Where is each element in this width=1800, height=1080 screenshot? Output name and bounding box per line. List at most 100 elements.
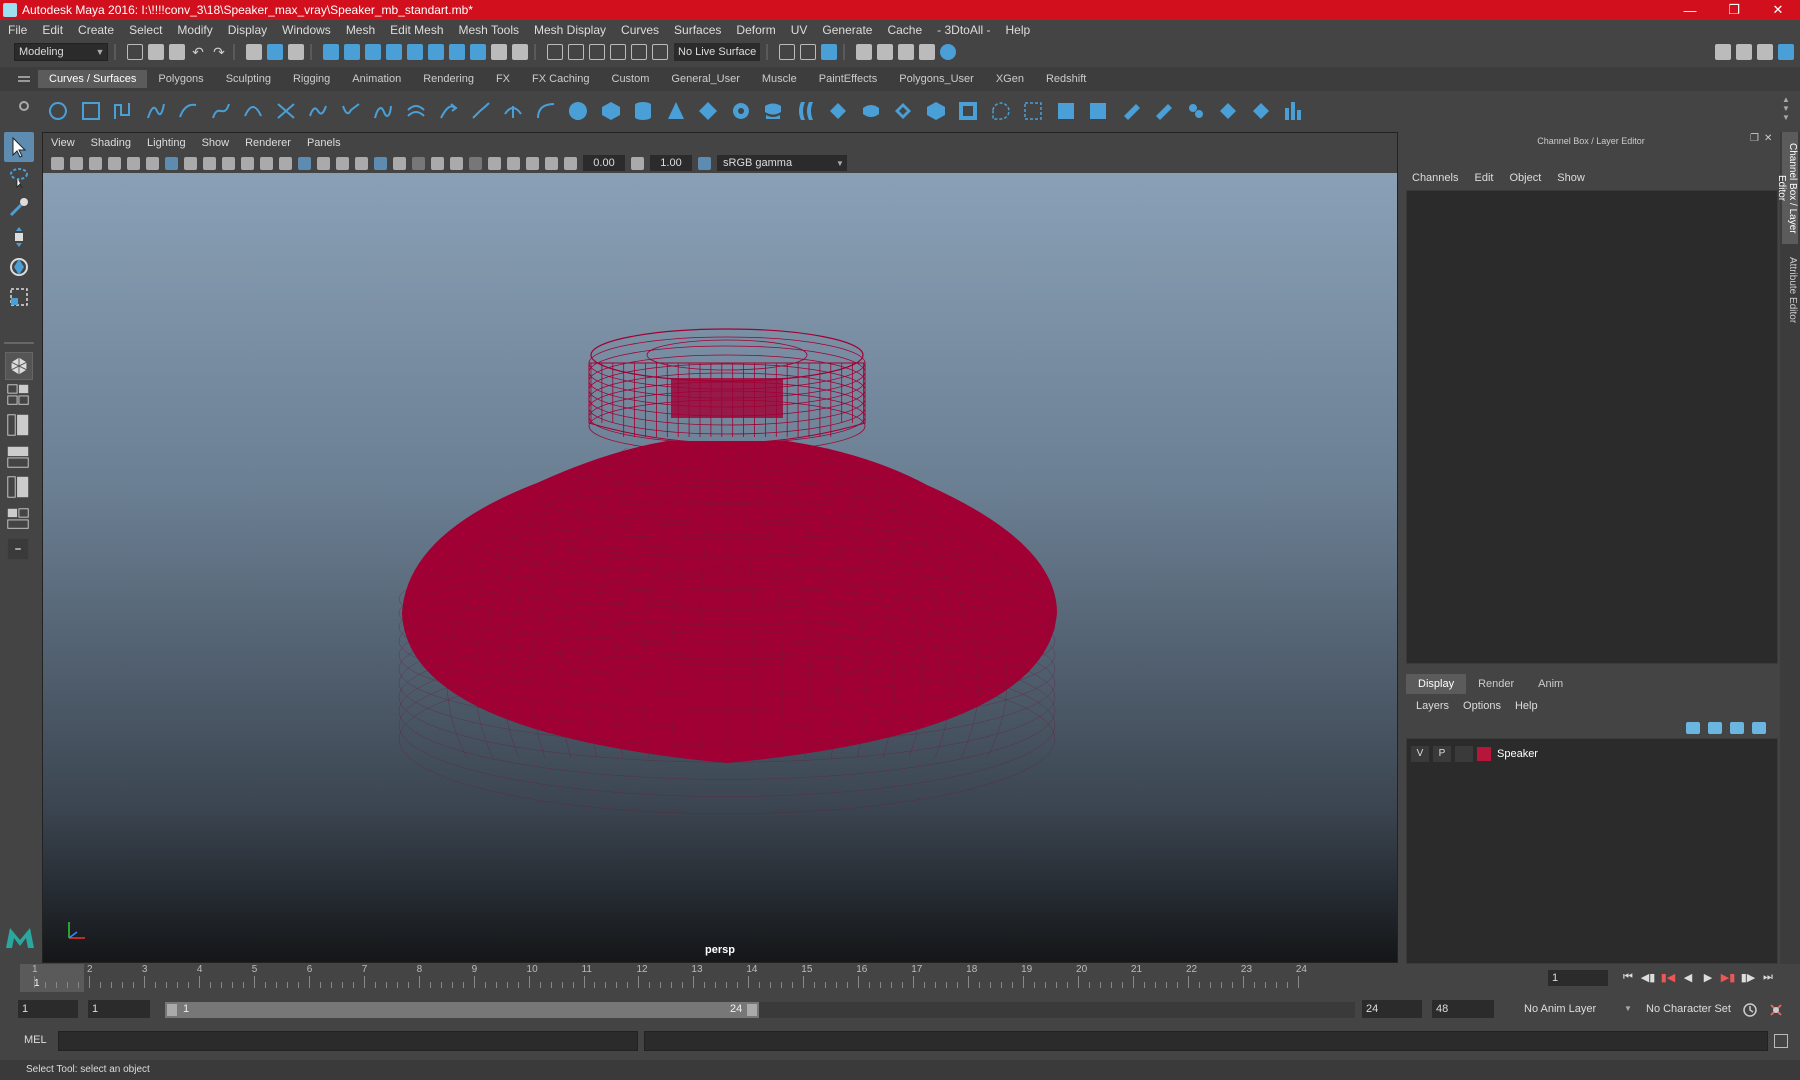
anim-layer-select[interactable]: No Anim Layer ▼ bbox=[1520, 1000, 1636, 1018]
shelf-tab-general-user[interactable]: General_User bbox=[660, 70, 750, 88]
layer-display-type-toggle[interactable] bbox=[1455, 746, 1473, 762]
layer-name[interactable]: Speaker bbox=[1497, 748, 1538, 760]
menu-file[interactable]: File bbox=[8, 23, 27, 37]
screen-space-ao-icon[interactable] bbox=[412, 156, 425, 170]
grid-toggle-icon[interactable] bbox=[165, 156, 178, 170]
select-misc-icon[interactable] bbox=[470, 44, 486, 60]
view-transform-select[interactable]: sRGB gamma ▼ bbox=[717, 155, 847, 171]
snap-live-icon[interactable] bbox=[631, 44, 647, 60]
bevel-plus-shelf-button[interactable] bbox=[989, 99, 1013, 123]
menu-3dtoall[interactable]: - 3DtoAll - bbox=[937, 23, 990, 37]
nurbs-plane-shelf-button[interactable] bbox=[696, 99, 720, 123]
menu-cache[interactable]: Cache bbox=[887, 23, 922, 37]
range-end-handle[interactable] bbox=[747, 1004, 757, 1016]
render-frame-icon[interactable] bbox=[800, 44, 816, 60]
camera-attributes-icon[interactable] bbox=[70, 156, 83, 170]
nurbs-cone-shelf-button[interactable] bbox=[664, 99, 688, 123]
hypershade-icon[interactable] bbox=[877, 44, 893, 60]
xray-icon[interactable] bbox=[507, 156, 520, 170]
graph-layout-button[interactable] bbox=[5, 444, 33, 472]
select-deformations-icon[interactable] bbox=[407, 44, 423, 60]
ipr-render-icon[interactable] bbox=[821, 44, 837, 60]
exposure-field[interactable]: 0.00 bbox=[583, 155, 625, 171]
insert-knot-shelf-button[interactable] bbox=[501, 99, 525, 123]
extend-curve-shelf-button[interactable] bbox=[469, 99, 493, 123]
use-lights-icon[interactable] bbox=[374, 156, 387, 170]
revolve-shelf-button[interactable] bbox=[826, 99, 850, 123]
single-perspective-layout-button[interactable] bbox=[5, 352, 33, 380]
wireframe-shading-icon[interactable] bbox=[298, 156, 311, 170]
close-button[interactable]: ✕ bbox=[1756, 0, 1800, 20]
rebuild-surface-shelf-button[interactable] bbox=[1216, 99, 1240, 123]
side-tab-channel-box[interactable]: Channel Box / Layer Editor bbox=[1776, 132, 1798, 244]
cb-menu-show[interactable]: Show bbox=[1557, 172, 1585, 184]
menu-create[interactable]: Create bbox=[78, 23, 114, 37]
speaker-wireframe-model[interactable] bbox=[43, 173, 1397, 962]
nurbs-cube-shelf-button[interactable] bbox=[599, 99, 623, 123]
curve-fillet-shelf-button[interactable] bbox=[274, 99, 298, 123]
four-view-layout-button[interactable] bbox=[5, 382, 33, 410]
float-panel-icon[interactable]: ❐ bbox=[1750, 134, 1760, 144]
sculpt-geometry-shelf-button[interactable] bbox=[1249, 99, 1273, 123]
animation-preferences-icon[interactable] bbox=[1768, 1002, 1784, 1018]
redo-icon[interactable]: ↷ bbox=[211, 44, 227, 60]
shelf-tab-muscle[interactable]: Muscle bbox=[751, 70, 808, 88]
untrim-shelf-button[interactable] bbox=[1086, 99, 1110, 123]
layer-tab-render[interactable]: Render bbox=[1466, 674, 1526, 694]
menu-windows[interactable]: Windows bbox=[282, 23, 331, 37]
step-forward-key-icon[interactable]: ▶▮ bbox=[1718, 968, 1738, 986]
new-scene-icon[interactable] bbox=[127, 44, 143, 60]
layer-tab-display[interactable]: Display bbox=[1406, 674, 1467, 694]
shelf-tab-polygons[interactable]: Polygons bbox=[147, 70, 214, 88]
animation-start-field[interactable]: 1 bbox=[18, 1000, 78, 1018]
xray-joints-icon[interactable] bbox=[526, 156, 539, 170]
menu-uv[interactable]: UV bbox=[791, 23, 808, 37]
range-start-handle[interactable] bbox=[167, 1004, 177, 1016]
panel-menu-panels[interactable]: Panels bbox=[307, 137, 341, 149]
panel-menu-view[interactable]: View bbox=[51, 137, 75, 149]
menu-mesh-display[interactable]: Mesh Display bbox=[534, 23, 606, 37]
current-frame-field[interactable]: 1 bbox=[1548, 970, 1608, 986]
shelf-tab-fx[interactable]: FX bbox=[485, 70, 521, 88]
toggle-panels-icon[interactable] bbox=[1736, 44, 1752, 60]
grease-pencil-icon[interactable] bbox=[146, 156, 159, 170]
shelf-scroll-arrows-icon[interactable]: ▲ ▼ ▼ bbox=[1782, 95, 1792, 122]
auto-key-icon[interactable] bbox=[1742, 1002, 1758, 1018]
shelf-tab-custom[interactable]: Custom bbox=[601, 70, 661, 88]
save-scene-icon[interactable] bbox=[169, 44, 185, 60]
film-gate-icon[interactable] bbox=[184, 156, 197, 170]
boundary-shelf-button[interactable] bbox=[924, 99, 948, 123]
offset-curve-shelf-button[interactable] bbox=[371, 99, 395, 123]
shelf-tab-curves-surfaces[interactable]: Curves / Surfaces bbox=[38, 70, 148, 88]
stitch-edges-shelf-button[interactable] bbox=[1281, 99, 1305, 123]
render-view-icon[interactable] bbox=[779, 44, 795, 60]
panel-menu-show[interactable]: Show bbox=[202, 137, 230, 149]
layer-tab-anim[interactable]: Anim bbox=[1526, 674, 1575, 694]
step-forward-icon[interactable]: ▮▶ bbox=[1738, 968, 1758, 986]
trim-tool-shelf-button[interactable] bbox=[1054, 99, 1078, 123]
live-surface-field[interactable]: No Live Surface bbox=[674, 43, 760, 61]
isolate-select-icon[interactable] bbox=[488, 156, 501, 170]
menu-help[interactable]: Help bbox=[1006, 23, 1031, 37]
select-camera-icon[interactable] bbox=[51, 156, 64, 170]
restore-button[interactable]: ❐ bbox=[1712, 0, 1756, 20]
cb-menu-edit[interactable]: Edit bbox=[1474, 172, 1493, 184]
close-panel-icon[interactable]: ✕ bbox=[1764, 134, 1774, 144]
menu-set-selector[interactable]: Modeling ▼ bbox=[14, 43, 108, 61]
hypershade-layout-button[interactable] bbox=[5, 506, 33, 534]
color-management-icon[interactable] bbox=[698, 156, 711, 170]
snap-point-icon[interactable] bbox=[589, 44, 605, 60]
nurbs-torus-shelf-button[interactable] bbox=[729, 99, 753, 123]
shelf-tab-painteffects[interactable]: PaintEffects bbox=[808, 70, 889, 88]
collapse-toolbox-button[interactable] bbox=[5, 536, 33, 564]
render-setup-icon[interactable] bbox=[898, 44, 914, 60]
workspace-icon[interactable] bbox=[1715, 44, 1731, 60]
scale-tool-button[interactable] bbox=[4, 282, 34, 312]
undo-icon[interactable]: ↶ bbox=[190, 44, 206, 60]
rotate-tool-button[interactable] bbox=[4, 252, 34, 282]
resolution-gate-icon[interactable] bbox=[203, 156, 216, 170]
attach-surfaces-shelf-button[interactable] bbox=[1151, 99, 1175, 123]
image-plane-icon[interactable] bbox=[108, 156, 121, 170]
motion-blur-icon[interactable] bbox=[431, 156, 444, 170]
cv-curve-shelf-button[interactable] bbox=[111, 99, 135, 123]
